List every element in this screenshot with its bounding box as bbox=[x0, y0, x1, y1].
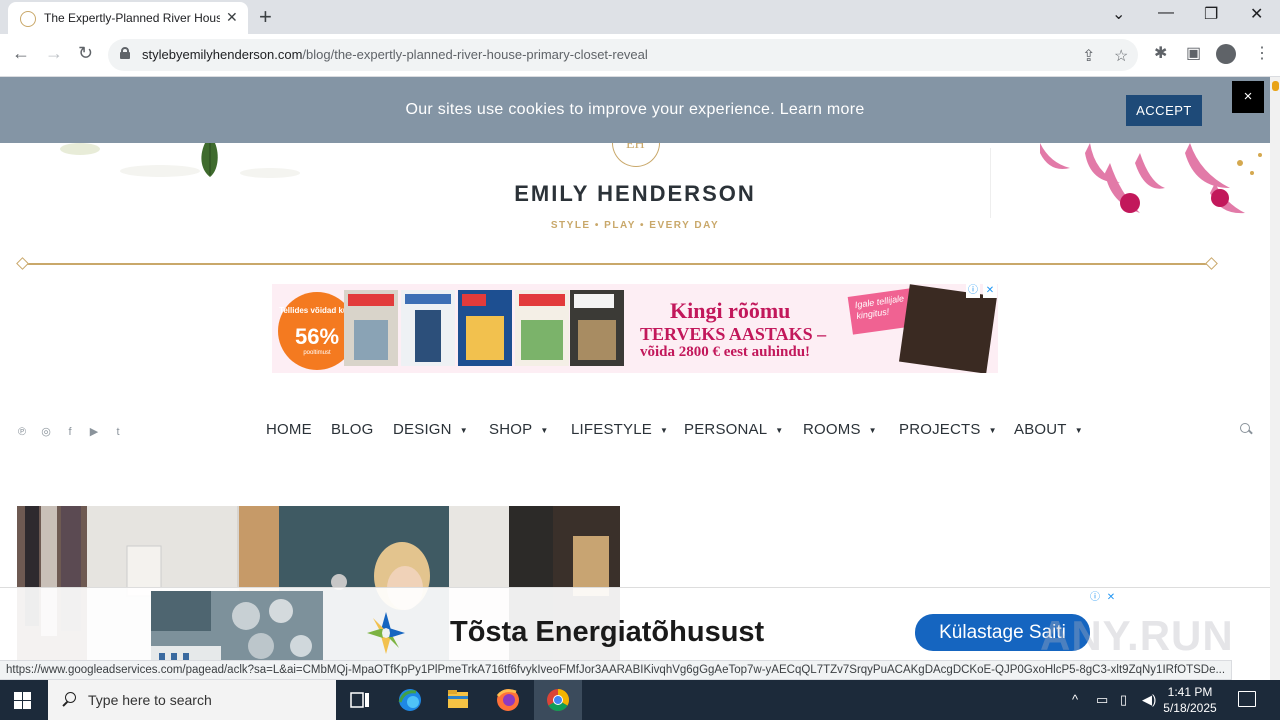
magazine-cover-5 bbox=[570, 290, 624, 366]
tab-close-icon[interactable]: ✕ bbox=[226, 9, 238, 26]
watermark-logo: ANY.RUN bbox=[1040, 612, 1234, 659]
tray-chevron-up-icon[interactable]: ^ bbox=[1072, 692, 1078, 707]
nav-design[interactable]: DESIGN ▼ bbox=[393, 421, 468, 438]
windows-taskbar: Type here to search ^ ▭ ▯ ◀) 1:41 PM 5/1… bbox=[0, 680, 1280, 720]
ad-headline: Kingi rõõmu bbox=[670, 298, 791, 323]
dropdown-arrow-icon: ▼ bbox=[459, 425, 468, 435]
extensions-puzzle-icon[interactable]: ✱ bbox=[1154, 43, 1167, 63]
magazine-cover-1 bbox=[344, 290, 398, 366]
dropdown-arrow-icon: ▼ bbox=[660, 425, 669, 435]
forward-arrow-icon[interactable]: → bbox=[45, 43, 63, 64]
nav-lifestyle[interactable]: LIFESTYLE ▼ bbox=[571, 421, 668, 438]
search-icon[interactable] bbox=[1240, 423, 1252, 435]
tab-strip: The Expertly-Planned River House ✕ + ⌄ —… bbox=[0, 0, 1280, 34]
ad-close-icon[interactable]: ✕ bbox=[983, 284, 997, 298]
magazine-ad-banner[interactable]: Tellides võidad kuni 56% pooltimust King… bbox=[272, 284, 998, 373]
web-page: EH EMILY HENDERSON STYLE • PLAY • EVERY … bbox=[0, 77, 1270, 680]
task-view-icon[interactable] bbox=[336, 680, 384, 720]
cookie-close-button[interactable]: × bbox=[1232, 81, 1264, 113]
nav-personal[interactable]: PERSONAL ▼ bbox=[684, 421, 783, 438]
address-url[interactable]: stylebyemilyhenderson.com/blog/the-exper… bbox=[142, 47, 648, 62]
address-bar[interactable]: stylebyemilyhenderson.com/blog/the-exper… bbox=[108, 39, 1138, 71]
status-bar-link-preview: https://www.googleadservices.com/pagead/… bbox=[0, 660, 1233, 680]
nav-label: HOME bbox=[266, 421, 312, 438]
url-path: /blog/the-expertly-planned-river-house-p… bbox=[302, 47, 648, 62]
edge-browser-icon[interactable] bbox=[386, 680, 434, 720]
energy-brand-logo-icon bbox=[367, 612, 405, 654]
tray-volume-icon[interactable]: ◀) bbox=[1142, 692, 1156, 708]
reload-icon[interactable]: ↻ bbox=[78, 43, 93, 64]
nav-label: LIFESTYLE bbox=[571, 421, 652, 438]
tab-title: The Expertly-Planned River House bbox=[44, 11, 220, 25]
ad-prize-text: võida 2800 € eest auhindu! bbox=[640, 344, 811, 360]
window-close-button[interactable]: ✕ bbox=[1250, 4, 1263, 24]
nav-label: PROJECTS bbox=[899, 421, 981, 438]
dropdown-arrow-icon: ▼ bbox=[775, 425, 784, 435]
tray-date: 5/18/2025 bbox=[1163, 701, 1217, 715]
nav-label: BLOG bbox=[331, 421, 374, 438]
cookie-message[interactable]: Our sites use cookies to improve your ex… bbox=[0, 101, 1270, 119]
energy-ad-headline: Tõsta Energiatõhusust bbox=[450, 616, 765, 648]
new-tab-button[interactable]: + bbox=[259, 4, 272, 30]
magazine-cover-2 bbox=[401, 290, 455, 366]
nav-shop[interactable]: SHOP ▼ bbox=[489, 421, 548, 438]
menu-kebab-icon[interactable]: ⋮ bbox=[1254, 43, 1270, 63]
side-panel-icon[interactable]: ▣ bbox=[1186, 43, 1201, 63]
windows-start-icon[interactable] bbox=[14, 692, 31, 709]
page-scrollbar[interactable] bbox=[1270, 77, 1280, 680]
gold-divider bbox=[22, 263, 1212, 265]
nav-label: SHOP bbox=[489, 421, 533, 438]
share-icon[interactable]: ⇪ bbox=[1082, 46, 1095, 66]
tray-clock[interactable]: 1:41 PM 5/18/2025 bbox=[1160, 684, 1220, 716]
ad-subheadline: TERVEKS AASTAKS – bbox=[640, 324, 827, 344]
accept-cookies-button[interactable]: ACCEPT bbox=[1126, 95, 1202, 126]
site-favicon-icon bbox=[20, 11, 36, 27]
dropdown-arrow-icon: ▼ bbox=[540, 425, 549, 435]
back-arrow-icon[interactable]: ← bbox=[12, 43, 30, 64]
restore-button[interactable]: ❐ bbox=[1204, 4, 1218, 24]
scrollbar-thumb[interactable] bbox=[1272, 81, 1279, 91]
url-domain: stylebyemilyhenderson.com bbox=[142, 47, 303, 62]
browser-tab[interactable]: The Expertly-Planned River House ✕ bbox=[8, 2, 248, 34]
taskbar-search-box[interactable]: Type here to search bbox=[48, 680, 336, 720]
ad-info-icon[interactable]: ⓘ bbox=[966, 284, 980, 298]
bookmark-star-icon[interactable]: ☆ bbox=[1114, 46, 1128, 66]
browser-toolbar: ← → ↻ stylebyemilyhenderson.com/blog/the… bbox=[0, 34, 1280, 77]
nav-rooms[interactable]: ROOMS ▼ bbox=[803, 421, 877, 438]
profile-avatar-icon[interactable] bbox=[1216, 44, 1236, 64]
dropdown-arrow-icon: ▼ bbox=[868, 425, 877, 435]
notification-center-icon[interactable] bbox=[1238, 691, 1256, 707]
lock-icon bbox=[120, 47, 130, 59]
divider-diamond-right bbox=[1205, 257, 1218, 270]
magazine-cover-4 bbox=[515, 290, 569, 366]
firefox-icon[interactable] bbox=[484, 680, 532, 720]
dropdown-arrow-icon: ▼ bbox=[1074, 425, 1083, 435]
minimize-button[interactable]: — bbox=[1158, 4, 1174, 22]
nav-label: ROOMS bbox=[803, 421, 861, 438]
site-tagline: STYLE • PLAY • EVERY DAY bbox=[550, 220, 720, 231]
taskbar-search-placeholder: Type here to search bbox=[88, 692, 212, 708]
tray-network-adapter-icon[interactable]: ▭ bbox=[1096, 692, 1108, 708]
site-title[interactable]: EMILY HENDERSON bbox=[0, 181, 1270, 207]
tab-search-chevron-icon[interactable]: ⌄ bbox=[1112, 4, 1125, 24]
nav-label: ABOUT bbox=[1014, 421, 1067, 438]
search-magnifier-icon bbox=[62, 692, 76, 706]
cookie-banner: Our sites use cookies to improve your ex… bbox=[0, 77, 1270, 143]
main-navigation: HOME BLOG DESIGN ▼ SHOP ▼ LIFESTYLE ▼ PERSO… bbox=[0, 421, 1270, 441]
nav-label: DESIGN bbox=[393, 421, 452, 438]
nav-label: PERSONAL bbox=[684, 421, 768, 438]
divider-diamond-left bbox=[16, 257, 29, 270]
nav-blog[interactable]: BLOG bbox=[331, 421, 373, 438]
magazine-cover-3 bbox=[458, 290, 512, 366]
tray-time: 1:41 PM bbox=[1167, 685, 1213, 699]
dropdown-arrow-icon: ▼ bbox=[988, 425, 997, 435]
nav-home[interactable]: HOME bbox=[266, 421, 312, 438]
file-explorer-icon[interactable] bbox=[434, 680, 482, 720]
ad-info-icon[interactable]: ⓘ bbox=[1088, 591, 1102, 605]
nav-about[interactable]: ABOUT ▼ bbox=[1014, 421, 1083, 438]
tray-network-icon[interactable]: ▯ bbox=[1120, 692, 1127, 708]
chrome-icon[interactable] bbox=[534, 680, 582, 720]
nav-projects[interactable]: PROJECTS ▼ bbox=[899, 421, 997, 438]
ad-close-icon[interactable]: ✕ bbox=[1104, 591, 1118, 605]
